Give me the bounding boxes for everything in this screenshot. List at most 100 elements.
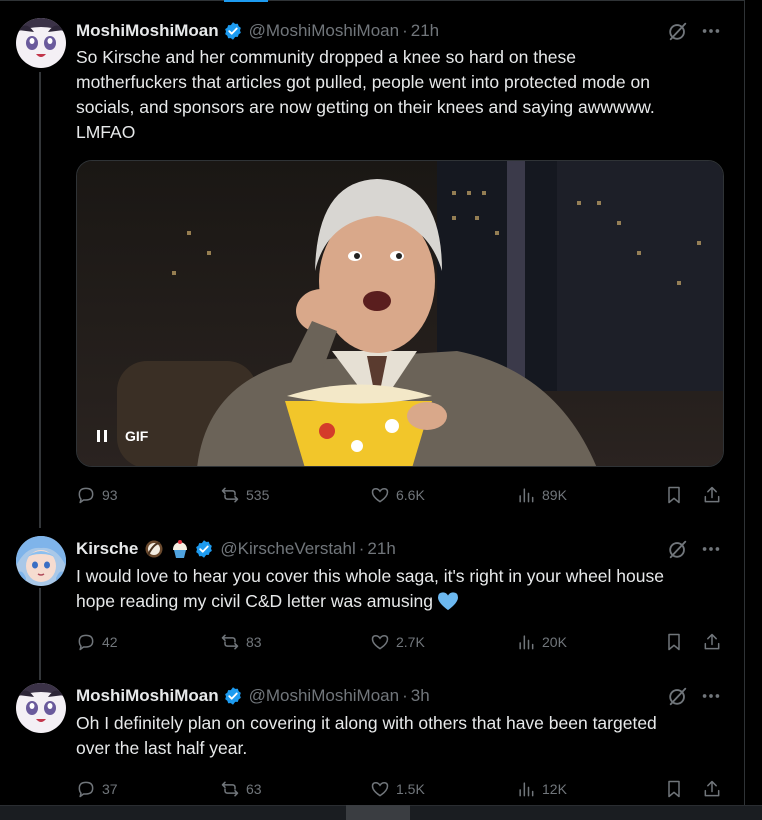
reply-count: 42 — [102, 634, 118, 650]
popcorn-gif-image — [77, 161, 723, 466]
repost-icon — [221, 781, 239, 797]
display-name[interactable]: Kirsche — [76, 539, 138, 559]
share-icon — [704, 486, 720, 503]
taskbar-active-item[interactable] — [346, 805, 410, 820]
repost-icon — [221, 634, 239, 650]
coconut-emoji-icon — [145, 540, 163, 558]
repost-button[interactable]: 83 — [220, 631, 262, 653]
verified-badge-icon[interactable] — [194, 539, 214, 559]
like-button[interactable]: 6.6K — [370, 484, 425, 506]
reply-icon — [78, 634, 94, 651]
views-chart-icon — [519, 782, 534, 797]
views-chart-icon — [519, 635, 534, 650]
gif-label: GIF — [125, 428, 149, 444]
heart-icon — [371, 781, 389, 797]
reply-button[interactable]: 93 — [76, 484, 118, 506]
repost-count: 535 — [246, 487, 270, 503]
repost-button[interactable]: 63 — [220, 778, 262, 800]
tweet-1[interactable]: MoshiMoshiMoan @MoshiMoshiMoan · 21h So … — [0, 0, 744, 518]
more-options-icon[interactable] — [700, 685, 722, 707]
avatar[interactable] — [16, 18, 66, 68]
bookmark-button[interactable] — [664, 778, 684, 800]
more-options-icon[interactable] — [700, 20, 722, 42]
heart-icon — [371, 634, 389, 650]
gif-media[interactable]: GIF — [76, 160, 724, 467]
grok-icon[interactable] — [667, 685, 689, 707]
user-handle[interactable]: @MoshiMoshiMoan — [249, 686, 399, 706]
tweet-text-line: Oh I definitely plan on covering it alon… — [76, 713, 657, 733]
share-button[interactable] — [702, 484, 722, 506]
like-button[interactable]: 2.7K — [370, 631, 425, 653]
avatar-anime-face-icon — [16, 18, 66, 68]
bookmark-button[interactable] — [664, 631, 684, 653]
tweet-header: MoshiMoshiMoan @MoshiMoshiMoan · 21h — [76, 20, 439, 42]
bookmark-icon — [668, 633, 680, 651]
display-name[interactable]: MoshiMoshiMoan — [76, 21, 219, 41]
timestamp[interactable]: 21h — [411, 21, 439, 41]
avatar[interactable] — [16, 536, 66, 586]
user-handle[interactable]: @KirscheVerstahl — [220, 539, 355, 559]
share-button[interactable] — [702, 778, 722, 800]
display-name[interactable]: MoshiMoshiMoan — [76, 686, 219, 706]
tweet-3[interactable]: MoshiMoshiMoan @MoshiMoshiMoan · 3h Oh I… — [0, 665, 744, 805]
reply-count: 37 — [102, 781, 118, 797]
repost-count: 63 — [246, 781, 262, 797]
avatar-anime-girl-icon — [16, 536, 66, 586]
user-handle[interactable]: @MoshiMoshiMoan — [249, 21, 399, 41]
repost-count: 83 — [246, 634, 262, 650]
tweet-text: So Kirsche and her community dropped a k… — [76, 45, 726, 145]
tweet-header: MoshiMoshiMoan @MoshiMoshiMoan · 3h — [76, 685, 430, 707]
like-count: 1.5K — [396, 781, 425, 797]
views-button[interactable]: 89K — [516, 484, 567, 506]
separator-dot: · — [402, 686, 408, 705]
views-button[interactable]: 20K — [516, 631, 567, 653]
tweet-text-line: LMFAO — [76, 122, 136, 142]
view-count: 20K — [542, 634, 567, 650]
reply-button[interactable]: 37 — [76, 778, 118, 800]
grok-icon[interactable] — [667, 538, 689, 560]
share-icon — [704, 780, 720, 797]
bookmark-button[interactable] — [664, 484, 684, 506]
tweet-actions: 42 83 2.7K 20K — [76, 631, 726, 653]
view-count: 12K — [542, 781, 567, 797]
avatar-anime-face-icon — [16, 683, 66, 733]
gif-controls: GIF — [95, 428, 148, 444]
reply-count: 93 — [102, 487, 118, 503]
more-options-icon[interactable] — [700, 538, 722, 560]
repost-icon — [221, 487, 239, 503]
tweet-text: Oh I definitely plan on covering it alon… — [76, 711, 726, 761]
avatar[interactable] — [16, 683, 66, 733]
reply-button[interactable]: 42 — [76, 631, 118, 653]
tweet-text-line: I would love to hear you cover this whol… — [76, 566, 664, 586]
grok-icon[interactable] — [667, 20, 689, 42]
repost-button[interactable]: 535 — [220, 484, 269, 506]
bookmark-icon — [668, 780, 680, 798]
pause-icon[interactable] — [95, 429, 109, 443]
view-count: 89K — [542, 487, 567, 503]
tweet-2[interactable]: Kirsche @KirscheVerstahl · 21h I would l… — [0, 518, 744, 664]
views-button[interactable]: 12K — [516, 778, 567, 800]
tweet-actions: 37 63 1.5K 12K — [76, 778, 726, 800]
tweet-text-line: over the last half year. — [76, 738, 248, 758]
tweet-text-line: motherfuckers that articles got pulled, … — [76, 72, 650, 92]
timestamp[interactable]: 21h — [367, 539, 395, 559]
cupcake-emoji-icon — [173, 540, 188, 558]
tweet-text-line: So Kirsche and her community dropped a k… — [76, 47, 577, 67]
views-chart-icon — [519, 488, 534, 503]
separator-dot: · — [358, 539, 365, 558]
tweet-actions: 93 535 6.6K 89K — [76, 484, 726, 506]
reply-icon — [78, 487, 94, 504]
column-border — [744, 0, 745, 805]
timestamp[interactable]: 3h — [411, 686, 430, 706]
blue-heart-emoji-icon — [437, 592, 458, 611]
tweet-text-line: hope reading my civil C&D letter was amu… — [76, 589, 726, 614]
like-button[interactable]: 1.5K — [370, 778, 425, 800]
verified-badge-icon[interactable] — [223, 686, 243, 706]
like-count: 2.7K — [396, 634, 425, 650]
separator-dot: · — [402, 21, 408, 40]
verified-badge-icon[interactable] — [223, 21, 243, 41]
tweet-text-line: socials, and sponsors are now getting on… — [76, 97, 655, 117]
tweet-header: Kirsche @KirscheVerstahl · 21h — [76, 538, 396, 560]
share-button[interactable] — [702, 631, 722, 653]
tweet-text-fragment: hope reading my civil C&D letter was amu… — [76, 591, 433, 611]
